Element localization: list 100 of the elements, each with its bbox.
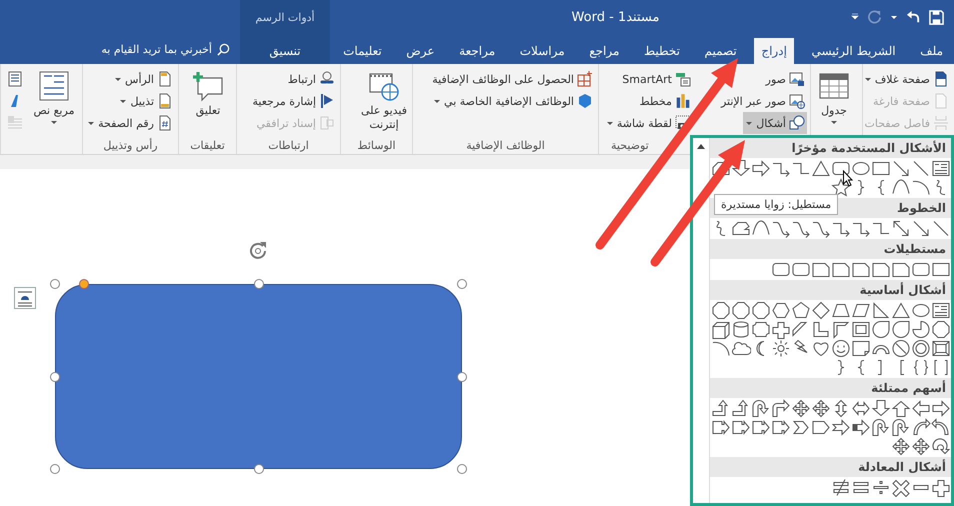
smiley-face-icon[interactable] [831, 339, 851, 358]
ribbon-tab[interactable]: تصميم [697, 38, 744, 64]
ribbon-button[interactable]: صفحة غلاف [862, 68, 951, 90]
quad-arrow-icon[interactable] [791, 399, 811, 418]
striped-arrow-icon[interactable] [851, 418, 871, 437]
ribbon-tab[interactable]: الشريط الرئيسي [804, 38, 903, 64]
u-turn-arrow-icon[interactable] [871, 418, 891, 437]
ribbon-tab[interactable]: عرض [399, 38, 442, 64]
arrow-callout-icon[interactable] [731, 418, 751, 437]
freeform-icon[interactable] [711, 159, 731, 178]
ribbon-button[interactable]: مخطط [637, 90, 693, 112]
bent-up-arrow-icon[interactable] [711, 399, 731, 418]
oval-icon[interactable] [851, 159, 871, 178]
arrow-callout-icon[interactable] [751, 418, 771, 437]
text-box-icon[interactable] [931, 301, 951, 320]
diamond-icon[interactable] [811, 301, 831, 320]
ribbon-button[interactable]: فيديو على إنترنت [359, 68, 409, 137]
bent-up-arrow-icon[interactable] [731, 399, 751, 418]
freeform-icon[interactable] [731, 219, 751, 238]
pie-icon[interactable] [911, 320, 931, 339]
caret-icon[interactable] [890, 13, 898, 21]
bent-arrow-icon[interactable] [771, 399, 791, 418]
frame-icon[interactable] [851, 320, 871, 339]
brace-pair-icon[interactable] [911, 358, 931, 377]
right-arrow-icon[interactable] [751, 159, 771, 178]
sun-icon[interactable] [771, 339, 791, 358]
triangle-icon[interactable] [811, 159, 831, 178]
octagon-icon[interactable] [711, 301, 731, 320]
ribbon-button[interactable]: SmartArt [620, 68, 693, 90]
oval-icon[interactable] [911, 301, 931, 320]
double-arrow-line-icon[interactable] [891, 219, 911, 238]
ribbon-button[interactable]: رقم الصفحة [85, 112, 175, 134]
arrow-callout-icon[interactable] [771, 418, 791, 437]
down-arrow-icon[interactable] [871, 399, 891, 418]
resize-handle[interactable] [50, 464, 60, 474]
triangle-icon[interactable] [891, 301, 911, 320]
pentagon-arrow-icon[interactable] [811, 418, 831, 437]
ribbon-tab[interactable]: مراجعة [452, 38, 502, 64]
teardrop-icon[interactable] [891, 320, 911, 339]
parallelogram-icon[interactable] [851, 301, 871, 320]
ribbon-button[interactable]: تذييل [117, 90, 175, 112]
quad-arrow-icon[interactable] [811, 399, 831, 418]
notched-arrow-icon[interactable] [831, 418, 851, 437]
u-turn-arrow-icon[interactable] [751, 399, 771, 418]
ribbon-button[interactable]: صور [764, 68, 807, 90]
ribbon-button[interactable]: ارتباط [286, 68, 337, 90]
folded-corner-icon[interactable] [851, 339, 871, 358]
octagon-icon[interactable] [931, 320, 951, 339]
tell-me-button[interactable]: أخبرني بما تريد القيام به [97, 40, 234, 58]
ribbon-tab[interactable]: إدراج [754, 38, 794, 64]
layout-options-icon[interactable] [14, 287, 36, 309]
left-arrow-icon[interactable] [911, 399, 931, 418]
line-icon[interactable] [911, 159, 931, 178]
left-right-arrow-icon[interactable] [851, 399, 871, 418]
cross-icon[interactable] [771, 320, 791, 339]
ribbon-button[interactable]: إشارة مرجعية [250, 90, 337, 112]
save-icon[interactable] [929, 10, 944, 24]
arrow-line-icon[interactable] [891, 159, 911, 178]
quad-arrow-icon[interactable] [911, 437, 931, 456]
curved-arrow-icon[interactable] [931, 418, 951, 437]
ribbon-tab[interactable]: ملف [913, 38, 950, 64]
arrow-callout-icon[interactable] [711, 418, 731, 437]
curved-connector-icon[interactable] [771, 219, 791, 238]
circular-arrow-icon[interactable] [931, 437, 951, 456]
ribbon-button[interactable]: لقطة شاشة [604, 112, 693, 134]
rectangle-icon[interactable] [871, 159, 891, 178]
right-triangle-icon[interactable] [871, 301, 891, 320]
arc-icon[interactable] [911, 178, 931, 197]
octagon-icon[interactable] [751, 301, 771, 320]
adjustment-handle[interactable] [79, 279, 89, 289]
arrow-line-icon[interactable] [911, 219, 931, 238]
cylinder-icon[interactable] [731, 320, 751, 339]
star-icon[interactable] [831, 178, 851, 197]
ribbon-button[interactable]: الرأس [112, 68, 175, 90]
pentagon-icon[interactable] [791, 301, 811, 320]
ribbon-tab[interactable]: مراسلات [512, 38, 572, 64]
resize-handle[interactable] [254, 279, 264, 289]
cube-icon[interactable] [711, 320, 731, 339]
quad-arrow-icon[interactable] [891, 437, 911, 456]
half-frame-icon[interactable] [831, 320, 851, 339]
donut-icon[interactable] [911, 339, 931, 358]
l-shape-icon[interactable] [811, 320, 831, 339]
arc-icon[interactable] [711, 339, 731, 358]
bevel-icon[interactable] [931, 339, 951, 358]
ribbon-button[interactable]: صور عبر الإنتر [718, 90, 807, 112]
ribbon-button[interactable]: أشكال [743, 112, 807, 134]
resize-handle[interactable] [50, 372, 60, 382]
cloud-icon[interactable] [731, 339, 751, 358]
up-arrow-icon[interactable] [891, 399, 911, 418]
plaque-icon[interactable] [751, 320, 771, 339]
ribbon-tab[interactable]: مراجع [582, 38, 626, 64]
curved-connector-icon[interactable] [791, 219, 811, 238]
resize-handle[interactable] [457, 464, 467, 474]
resize-handle[interactable] [50, 279, 60, 289]
ribbon-button[interactable]: تعليق [183, 68, 233, 137]
trapezoid-icon[interactable] [831, 301, 851, 320]
chevron-icon[interactable] [791, 418, 811, 437]
ribbon-button[interactable]: الحصول على الوظائف الإضافية [430, 68, 595, 90]
rotate-handle-icon[interactable] [248, 240, 268, 260]
no-symbol-icon[interactable] [891, 339, 911, 358]
